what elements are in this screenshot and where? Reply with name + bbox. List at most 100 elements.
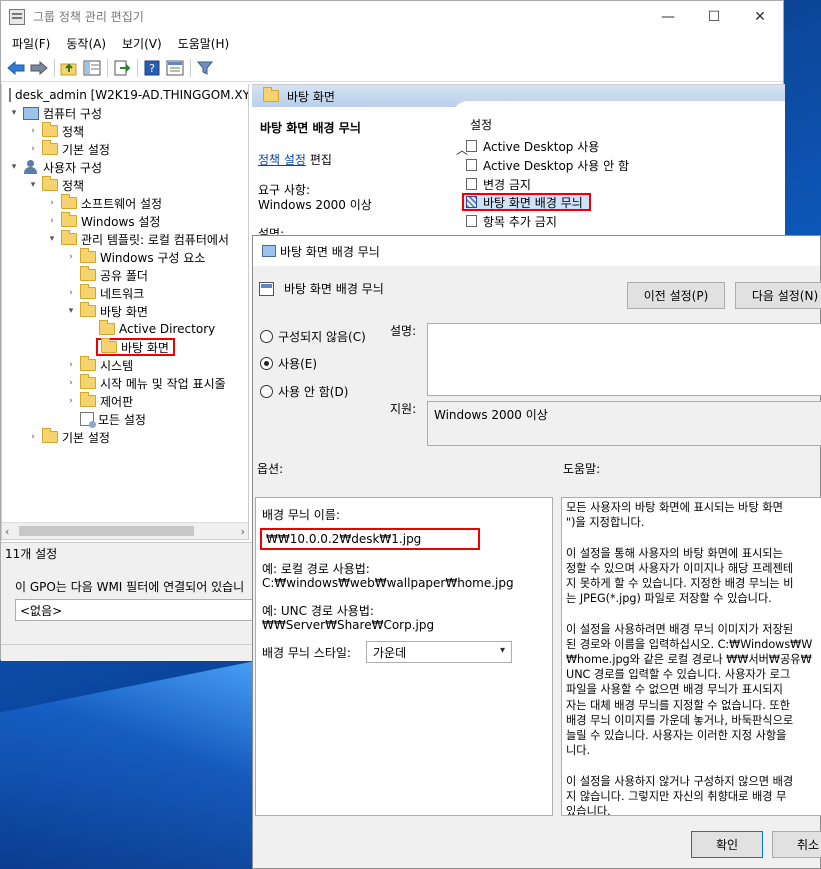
tree-root[interactable]: desk_admin [W2K19-AD.THINGGOM.XYZ: [2, 86, 248, 104]
next-setting-button[interactable]: 다음 설정(N): [735, 282, 821, 309]
setting-item[interactable]: Active Desktop 사용: [466, 137, 599, 155]
tree-item[interactable]: ▾ 관리 템플릿: 로컬 컴퓨터에서: [2, 230, 248, 248]
folder-icon: [80, 392, 96, 407]
tree-item[interactable]: › Windows 구성 요소: [2, 248, 248, 266]
radio-enabled[interactable]: 사용(E): [260, 355, 317, 372]
radio-disabled[interactable]: 사용 안 함(D): [260, 383, 348, 400]
collapsed-arrow-icon[interactable]: ›: [46, 198, 58, 208]
wmi-filter-text: 이 GPO는 다음 WMI 필터에 연결되어 있습니: [15, 580, 245, 594]
tree-item[interactable]: › 시작 메뉴 및 작업 표시줄: [2, 374, 248, 392]
unc-path-example-value: ₩₩Server₩Share₩Corp.jpg: [262, 618, 435, 632]
previous-setting-button[interactable]: 이전 설정(P): [627, 282, 725, 309]
settings-count: 11개 설정: [5, 547, 58, 561]
forward-arrow-icon[interactable]: [28, 57, 50, 79]
tree-item[interactable]: 모든 설정: [2, 410, 248, 428]
tree-item[interactable]: Active Directory: [2, 320, 248, 338]
menu-help[interactable]: 도움말(H): [170, 35, 238, 52]
filter-icon[interactable]: [194, 57, 216, 79]
radio-not-configured[interactable]: 구성되지 않음(C): [260, 328, 366, 345]
dialog-subtitle: 바탕 화면 배경 무늬: [259, 280, 384, 297]
tree-item[interactable]: › 제어판: [2, 392, 248, 410]
tree-item[interactable]: 바탕 화면: [2, 338, 248, 356]
menu-view[interactable]: 보기(V): [114, 35, 170, 52]
tree-item[interactable]: ▾ 컴퓨터 구성: [2, 104, 248, 122]
radio-circle-checked[interactable]: [260, 357, 273, 370]
collapsed-arrow-icon[interactable]: ›: [65, 378, 77, 388]
ok-button[interactable]: 확인: [691, 831, 763, 858]
export-list-icon[interactable]: [111, 57, 133, 79]
folder-icon: [61, 230, 77, 245]
edit-suffix: 편집: [309, 153, 332, 167]
wmi-filter-select[interactable]: <없음>: [15, 599, 255, 621]
tree-item[interactable]: › 네트워크: [2, 284, 248, 302]
collapsed-arrow-icon[interactable]: ›: [27, 144, 39, 154]
tree-item[interactable]: 공유 폴더: [2, 266, 248, 284]
back-arrow-icon[interactable]: [5, 57, 27, 79]
setting-item-selected[interactable]: 바탕 화면 배경 무늬: [462, 193, 591, 211]
toolbar: ?: [1, 54, 783, 82]
expanded-arrow-icon[interactable]: ▾: [65, 306, 77, 316]
collapsed-arrow-icon[interactable]: ›: [65, 288, 77, 298]
radio-circle[interactable]: [260, 385, 273, 398]
collapsed-arrow-icon[interactable]: ›: [65, 396, 77, 406]
wallpaper-style-select[interactable]: 가운데 ▾: [366, 641, 512, 663]
scroll-right-icon[interactable]: ›: [241, 525, 245, 538]
expanded-arrow-icon[interactable]: ▾: [46, 234, 58, 244]
menu-action[interactable]: 동작(A): [58, 35, 114, 52]
scroll-thumb[interactable]: [19, 526, 194, 536]
tree-pane[interactable]: desk_admin [W2K19-AD.THINGGOM.XYZ ▾ 컴퓨터 구…: [1, 84, 249, 540]
tree-item[interactable]: › 시스템: [2, 356, 248, 374]
collapsed-arrow-icon[interactable]: ›: [65, 360, 77, 370]
tree-item-label: 정책: [62, 178, 85, 193]
close-button[interactable]: ✕: [737, 1, 783, 32]
setting-icon: [466, 196, 477, 208]
tree-item-label: 바탕 화면: [121, 340, 169, 355]
tree-item-label: 기본 설정: [62, 430, 110, 445]
scroll-left-icon[interactable]: ‹: [5, 525, 9, 538]
local-path-example-label: 예: 로컬 경로 사용법:: [262, 562, 370, 576]
setting-item[interactable]: Active Desktop 사용 안 함: [466, 156, 629, 174]
up-folder-icon[interactable]: [58, 57, 80, 79]
collapsed-arrow-icon[interactable]: ›: [46, 216, 58, 226]
tree-item[interactable]: › 기본 설정: [2, 428, 248, 446]
tree-item[interactable]: › 소프트웨어 설정: [2, 194, 248, 212]
tree-item[interactable]: ▾ 정책: [2, 176, 248, 194]
comment-label: 설명:: [390, 324, 417, 338]
properties-icon[interactable]: [164, 57, 186, 79]
radio-circle[interactable]: [260, 330, 273, 343]
help-panel[interactable]: 모든 사용자의 바탕 화면에 표시되는 바탕 화면 ")을 지정합니다. 이 설…: [561, 497, 821, 816]
wallpaper-name-input[interactable]: ₩₩10.0.0.2₩desk₩1.jpg: [260, 528, 480, 550]
cancel-button[interactable]: 취소: [772, 831, 821, 858]
tree-item[interactable]: ▾ 바탕 화면: [2, 302, 248, 320]
show-hide-tree-icon[interactable]: [81, 57, 103, 79]
menu-file[interactable]: 파일(F): [4, 35, 58, 52]
expanded-arrow-icon[interactable]: ▾: [8, 162, 20, 172]
tree-item-selected[interactable]: 바탕 화면: [96, 338, 175, 356]
tree-item[interactable]: › 정책: [2, 122, 248, 140]
tree-item[interactable]: › 기본 설정: [2, 140, 248, 158]
tree-item-label: 시스템: [100, 358, 134, 373]
collapsed-arrow-icon[interactable]: ›: [65, 252, 77, 262]
collapsed-arrow-icon[interactable]: ›: [27, 432, 39, 442]
maximize-button[interactable]: ☐: [691, 1, 737, 32]
setting-item[interactable]: 항목 추가 금지: [466, 212, 557, 230]
dialog-title-bar[interactable]: 바탕 화면 배경 무늬: [253, 236, 820, 266]
comment-textarea[interactable]: [427, 323, 821, 396]
setting-item[interactable]: 변경 금지: [466, 175, 531, 193]
tree-item[interactable]: ▾ 사용자 구성: [2, 158, 248, 176]
wallpaper-light-beam: [0, 660, 260, 869]
folder-icon: [42, 428, 58, 443]
expanded-arrow-icon[interactable]: ▾: [8, 108, 20, 118]
minimize-button[interactable]: —: [645, 1, 691, 32]
collapsed-arrow-icon[interactable]: ›: [27, 126, 39, 136]
tree-horizontal-scrollbar[interactable]: ‹ ›: [2, 522, 248, 539]
help-icon[interactable]: ?: [141, 57, 163, 79]
window-controls: — ☐ ✕: [645, 1, 783, 32]
edit-policy-setting-link[interactable]: 정책 설정: [258, 153, 306, 167]
tree-item-label: Windows 구성 요소: [100, 250, 206, 265]
expanded-arrow-icon[interactable]: ▾: [27, 180, 39, 190]
tree-item[interactable]: › Windows 설정: [2, 212, 248, 230]
settings-column-header[interactable]: 설정: [470, 116, 492, 133]
title-bar[interactable]: 그룹 정책 관리 편집기 — ☐ ✕: [1, 1, 783, 32]
computer-icon: [23, 106, 39, 120]
